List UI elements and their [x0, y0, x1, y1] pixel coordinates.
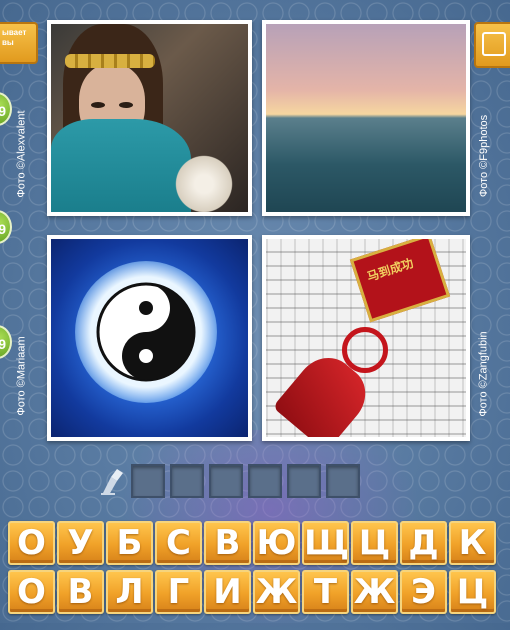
coin-value: 9 [0, 336, 6, 352]
photo-yin-yang[interactable] [47, 235, 252, 441]
letter-tile[interactable]: Д [400, 521, 447, 565]
letter-tile[interactable]: Б [106, 521, 153, 565]
coin-value: 9 [0, 221, 6, 237]
answer-slot[interactable] [170, 464, 204, 498]
photo-sea-sunset[interactable] [262, 20, 470, 216]
answer-slot[interactable] [131, 464, 165, 498]
coin-value: 9 [0, 103, 6, 119]
letter-tile[interactable]: С [155, 521, 202, 565]
photo-credit-bottom-left: Фото ©Mariaam [15, 336, 28, 416]
letter-tile[interactable]: В [204, 521, 251, 565]
hint-button-left[interactable]: ывает вы [0, 22, 38, 64]
eraser-icon [101, 469, 123, 495]
photo-credit-top-left: Фото ©Alexvalent [15, 110, 28, 198]
letter-row-1: О У Б С В Ю Щ Ц Д К [8, 521, 502, 565]
answer-slot[interactable] [248, 464, 282, 498]
photo-credit-top-right: Фото ©F9photos [478, 114, 491, 198]
answer-slot[interactable] [326, 464, 360, 498]
photo-chinese-charm[interactable]: 马到成功 [262, 235, 470, 441]
letter-tile[interactable]: Ц [351, 521, 398, 565]
photo-credit-bottom-right: Фото ©Zangfubin [477, 331, 490, 417]
hint-left-label: ывает вы [2, 28, 27, 47]
letter-tile[interactable]: Щ [302, 521, 349, 565]
letter-row-2: О В Л Г И Ж Т Ж Э Ц [8, 570, 502, 614]
letter-tile[interactable]: В [57, 570, 104, 614]
answer-row [98, 463, 360, 499]
letter-tile[interactable]: И [204, 570, 251, 614]
eraser-button[interactable] [98, 466, 126, 496]
letter-tile[interactable]: Э [400, 570, 447, 614]
letter-tile[interactable]: Л [106, 570, 153, 614]
letter-tile[interactable]: Т [302, 570, 349, 614]
letter-tile[interactable]: Г [155, 570, 202, 614]
letter-tile[interactable]: Ю [253, 521, 300, 565]
photo-veiled-woman[interactable] [47, 20, 252, 216]
person-icon [482, 32, 506, 56]
letter-tile[interactable]: К [449, 521, 496, 565]
yin-yang-icon [96, 282, 196, 382]
hint-button-right[interactable] [474, 22, 510, 68]
letter-tile[interactable]: О [8, 570, 55, 614]
answer-slot[interactable] [287, 464, 321, 498]
letter-tile[interactable]: Ж [351, 570, 398, 614]
answer-slot[interactable] [209, 464, 243, 498]
letter-tile[interactable]: О [8, 521, 55, 565]
letter-tile[interactable]: У [57, 521, 104, 565]
letter-tile[interactable]: Ж [253, 570, 300, 614]
letter-tile[interactable]: Ц [449, 570, 496, 614]
